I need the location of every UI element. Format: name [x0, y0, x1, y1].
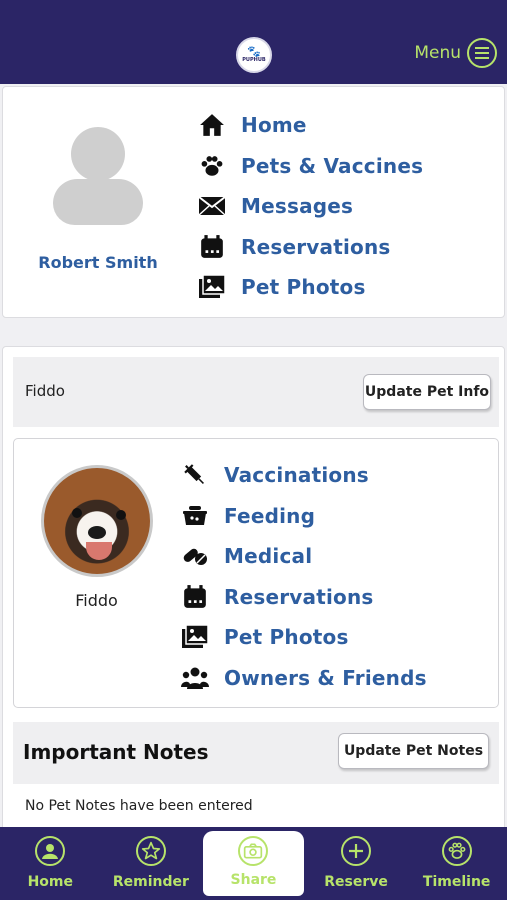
notes-header: Important Notes Update Pet Notes	[13, 722, 499, 784]
paw-logo-icon: 🐾	[247, 44, 261, 58]
bottom-tab-bar: Home Reminder Share Reserve Timeline	[0, 827, 507, 900]
pet-bar-name: Fiddo	[25, 382, 65, 400]
tab-label: Reminder	[112, 874, 189, 890]
pet-card: Fiddo Vaccinations Feeding Medical Reser…	[13, 438, 499, 708]
profile-nav: Home Pets & Vaccines Messages Reservatio…	[197, 105, 423, 308]
pet-section: Fiddo Update Pet Info Fiddo Vaccinations…	[2, 346, 505, 836]
logo-text: PUPHUB	[242, 56, 266, 63]
hamburger-icon	[467, 38, 497, 68]
pills-icon	[180, 544, 210, 568]
food-bowl-icon	[180, 505, 210, 527]
camera-icon	[238, 836, 269, 866]
tab-timeline[interactable]: Timeline	[406, 827, 507, 900]
home-icon	[197, 112, 227, 138]
nav-label: Feeding	[224, 503, 316, 528]
nav-item-pet-photos[interactable]: Pet Photos	[180, 617, 427, 658]
users-icon	[180, 666, 210, 690]
tab-label: Share	[230, 872, 277, 888]
nav-label: Messages	[241, 194, 354, 219]
update-pet-info-button[interactable]: Update Pet Info	[363, 374, 491, 410]
nav-label: Reservations	[224, 584, 374, 609]
pet-photo[interactable]	[41, 465, 153, 577]
pet-nav: Vaccinations Feeding Medical Reservation…	[180, 455, 427, 698]
tab-share[interactable]: Share	[203, 831, 304, 896]
paw-icon	[441, 836, 472, 866]
nav-item-owners-friends[interactable]: Owners & Friends	[180, 658, 427, 699]
nav-label: Reservations	[241, 234, 391, 259]
nav-item-pets-vaccines[interactable]: Pets & Vaccines	[197, 146, 423, 187]
pet-header-bar: Fiddo Update Pet Info	[13, 357, 499, 427]
user-avatar[interactable]	[53, 127, 143, 227]
plus-icon	[341, 836, 372, 866]
photos-icon	[180, 624, 210, 650]
app-header: 🐾 PUPHUB Menu	[0, 0, 507, 84]
profile-card: Robert Smith Home Pets & Vaccines Messag…	[2, 86, 505, 318]
notes-title: Important Notes	[23, 740, 209, 764]
nav-item-vaccinations[interactable]: Vaccinations	[180, 455, 427, 496]
tab-label: Timeline	[422, 874, 491, 890]
calendar-icon	[180, 584, 210, 610]
nav-item-medical[interactable]: Medical	[180, 536, 427, 577]
tab-label: Home	[27, 874, 73, 890]
photos-icon	[197, 274, 227, 300]
envelope-icon	[197, 195, 227, 217]
menu-label: Menu	[414, 43, 461, 63]
nav-item-feeding[interactable]: Feeding	[180, 496, 427, 537]
paw-icon	[197, 153, 227, 179]
syringe-icon	[180, 462, 210, 488]
nav-item-home[interactable]: Home	[197, 105, 423, 146]
nav-label: Owners & Friends	[224, 665, 427, 690]
app-logo[interactable]: 🐾 PUPHUB	[236, 37, 272, 73]
tab-label: Reserve	[324, 874, 388, 890]
tab-reminder[interactable]: Reminder	[101, 827, 202, 900]
menu-button[interactable]: Menu	[414, 37, 497, 69]
nav-item-pet-photos[interactable]: Pet Photos	[197, 267, 423, 308]
nav-item-pet-reservations[interactable]: Reservations	[180, 577, 427, 618]
nav-label: Pets & Vaccines	[241, 153, 424, 178]
notes-empty-text: No Pet Notes have been entered	[25, 798, 253, 814]
nav-label: Home	[241, 113, 307, 138]
profile-name[interactable]: Robert Smith	[13, 253, 183, 272]
calendar-icon	[197, 234, 227, 260]
nav-item-reservations[interactable]: Reservations	[197, 227, 423, 268]
nav-item-messages[interactable]: Messages	[197, 186, 423, 227]
nav-label: Pet Photos	[224, 625, 349, 650]
tab-reserve[interactable]: Reserve	[306, 827, 407, 900]
user-circle-icon	[35, 836, 66, 866]
tab-home[interactable]: Home	[0, 827, 101, 900]
nav-label: Medical	[224, 544, 313, 569]
nav-label: Pet Photos	[241, 275, 366, 300]
update-pet-notes-button[interactable]: Update Pet Notes	[338, 733, 489, 769]
nav-label: Vaccinations	[224, 463, 369, 488]
pet-name: Fiddo	[75, 591, 118, 610]
star-icon	[135, 836, 166, 866]
important-notes-section: Important Notes Update Pet Notes No Pet …	[13, 722, 499, 837]
